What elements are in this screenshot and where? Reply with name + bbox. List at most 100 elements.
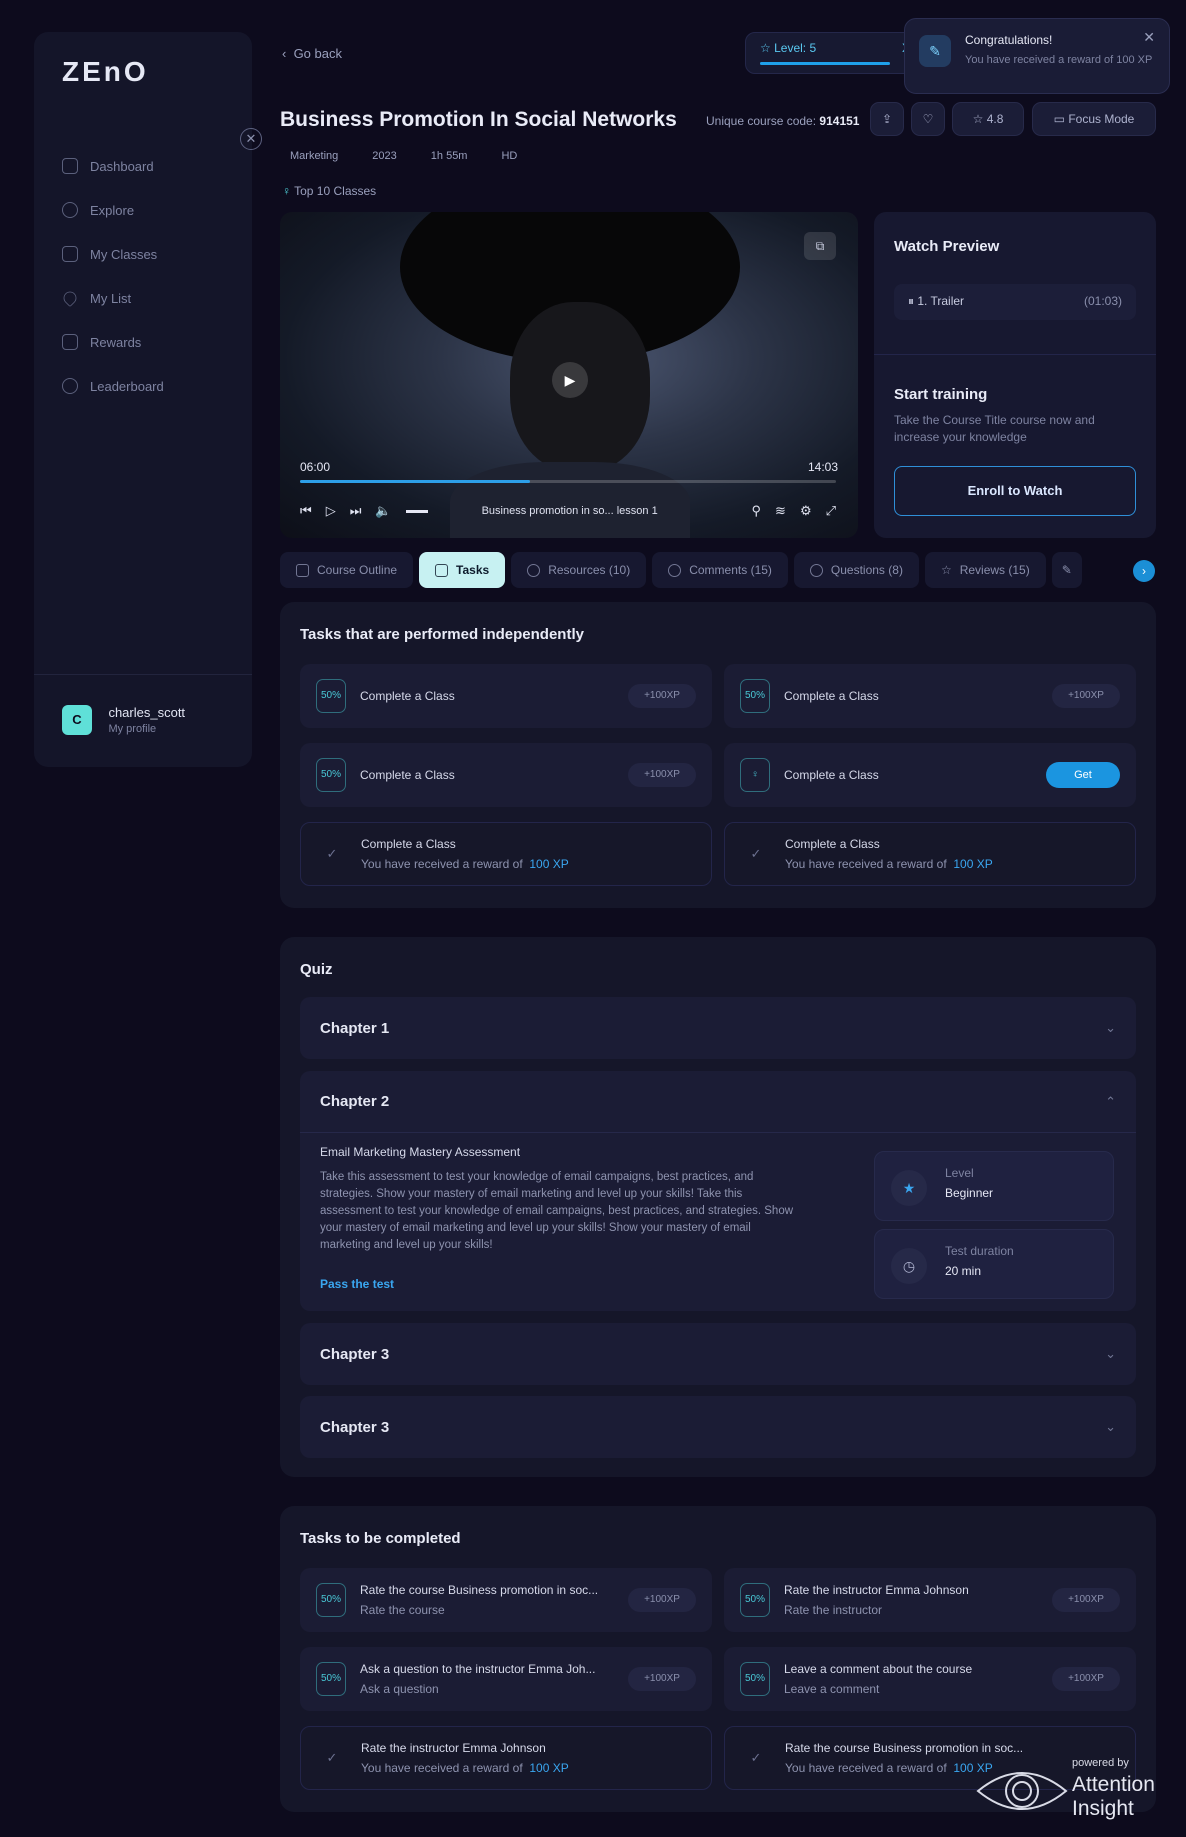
course-title: Business Promotion In Social Networks xyxy=(280,108,677,131)
tab-more[interactable]: ✎ xyxy=(1051,552,1082,588)
training-text: Take the Course Title course now and inc… xyxy=(894,413,1095,444)
profile-name: charles_scott xyxy=(108,705,186,720)
reward-text: You have received a reward of xyxy=(361,1761,523,1775)
profile[interactable]: C charles_scott My profile xyxy=(34,674,252,765)
video-player[interactable]: ▶ ⧉ 06:00 14:03 ⏮ ▷ ⏭ 🔈 Business promoti… xyxy=(280,212,858,538)
tab-comments[interactable]: Comments (15) xyxy=(652,552,788,588)
sidebar-item-label: Dashboard xyxy=(90,158,154,174)
volume-slider[interactable] xyxy=(405,509,428,513)
sidebar-item-my-classes[interactable]: My Classes xyxy=(62,242,157,266)
focus-mode-button[interactable]: ▭ Focus Mode xyxy=(1032,102,1156,136)
task-label: Rate the course Business promotion in so… xyxy=(360,1583,599,1597)
task-label: Rate the instructor Emma Johnson xyxy=(784,1583,969,1597)
book-icon: ▭ xyxy=(1053,112,1069,126)
chapter-title: Chapter 2 xyxy=(320,1093,390,1110)
task-item[interactable]: 50% Rate the instructor Emma Johnson Rate … xyxy=(724,1568,1136,1632)
share-button[interactable]: ⇪ xyxy=(870,102,904,136)
tab-questions[interactable]: Questions (8) xyxy=(793,552,919,588)
brand-line-1: Attention xyxy=(1072,1773,1155,1796)
check-icon: ✓ xyxy=(750,846,762,861)
section-title: Tasks to be completed xyxy=(300,1530,461,1547)
chapter-title: Chapter 3 xyxy=(320,1418,390,1436)
reward-value: 100 XP xyxy=(953,857,993,871)
chapter-1[interactable]: Chapter 1 ⌄ xyxy=(300,997,1136,1059)
toast-text: You have received a reward of 100 XP xyxy=(965,54,1153,66)
progress-badge: 50% xyxy=(316,1662,346,1696)
gift-icon xyxy=(62,334,78,350)
share-icon: ⇪ xyxy=(881,112,893,126)
pass-test-link[interactable]: Pass the test xyxy=(320,1277,394,1291)
toast-title: Congratulations! xyxy=(965,33,1053,47)
course-code: Unique course code: 914151 xyxy=(706,114,859,128)
compass-icon xyxy=(62,202,78,218)
task-label: Leave a comment about the course xyxy=(784,1662,973,1676)
tab-resources[interactable]: Resources (10) xyxy=(511,552,647,588)
tab-label: Comments (15) xyxy=(689,563,772,577)
sidebar-item-label: My List xyxy=(90,290,132,306)
next-icon[interactable]: ⏭ xyxy=(350,503,362,519)
get-reward-button[interactable]: Get xyxy=(1046,762,1120,788)
progress-badge: 50% xyxy=(316,679,346,713)
xp-badge: +100XP xyxy=(1052,1588,1120,1612)
settings-icon[interactable]: ⚙ xyxy=(800,503,812,519)
pin-icon[interactable]: ⚲ xyxy=(752,503,762,519)
sidebar-item-explore[interactable]: Explore xyxy=(62,198,134,222)
task-sub: Leave a comment xyxy=(784,1682,880,1696)
sidebar-item-rewards[interactable]: Rewards xyxy=(62,330,141,354)
chapter-3-second[interactable]: Chapter 3 ⌄ xyxy=(300,1396,1136,1458)
tab-label: Resources (10) xyxy=(548,563,631,577)
tab-reviews[interactable]: ☆ Reviews (15) xyxy=(924,552,1046,588)
section-title: Quiz xyxy=(300,961,333,978)
watch-preview-title: Watch Preview xyxy=(894,238,1000,255)
task-item[interactable]: 50% Leave a comment about the course Leave… xyxy=(724,1647,1136,1711)
chapter-2[interactable]: Chapter 2 ⌃ xyxy=(300,1071,1136,1133)
task-item[interactable]: 50% Complete a Class +100XP xyxy=(724,664,1136,728)
back-link[interactable]: ‹ Go back xyxy=(282,46,342,61)
xp-badge: +100XP xyxy=(1052,1667,1120,1691)
section-title: Tasks that are performed independently xyxy=(300,626,584,643)
tab-label: Questions (8) xyxy=(830,563,903,577)
tab-course-outline[interactable]: Course Outline xyxy=(280,552,414,588)
enroll-button[interactable]: Enroll to Watch xyxy=(894,466,1136,516)
task-item[interactable]: 50% Complete a Class +100XP xyxy=(300,664,712,728)
task-item-completed: ✓ Complete a Class You have received a rew… xyxy=(300,822,712,886)
trailer-item[interactable]: ⏸ 1. Trailer (01:03) xyxy=(894,284,1136,320)
task-item[interactable]: 50% Ask a question to the instructor Emma… xyxy=(300,1647,712,1711)
task-item[interactable]: 50% Rate the course Business promotion in… xyxy=(300,1568,712,1632)
level-label: Level xyxy=(945,1166,974,1180)
sidebar-item-my-list[interactable]: My List xyxy=(60,286,132,310)
close-icon[interactable]: ✕ xyxy=(1143,29,1155,46)
task-label: Complete a Class xyxy=(360,768,455,782)
time-total: 14:03 xyxy=(807,460,838,474)
layers-icon[interactable]: ≋ xyxy=(775,503,786,519)
task-item[interactable]: 50% Complete a Class +100XP xyxy=(300,743,712,807)
chevron-right-icon[interactable]: › xyxy=(1133,560,1155,582)
chevron-left-icon: ‹ xyxy=(282,46,294,61)
favorite-button[interactable]: ♡ xyxy=(911,102,945,136)
assessment-heading: Email Marketing Mastery Assessment xyxy=(320,1145,521,1159)
task-item[interactable]: ♀ Complete a Class Get xyxy=(724,743,1136,807)
task-label: Rate the instructor Emma Johnson xyxy=(361,1741,546,1755)
previous-icon[interactable]: ⏮ xyxy=(300,503,312,519)
code-label: Unique course code: xyxy=(706,114,817,128)
check-icon: ✓ xyxy=(326,846,338,861)
assessment-description: Take this assessment to test your knowle… xyxy=(320,1171,794,1251)
tab-tasks[interactable]: Tasks xyxy=(419,552,506,588)
sidebar-item-leaderboard[interactable]: Leaderboard xyxy=(62,374,164,398)
trophy-icon: ♀ xyxy=(740,758,770,792)
trailer-label: 1. Trailer xyxy=(917,294,965,308)
picture-in-picture-icon[interactable]: ⧉ xyxy=(804,232,836,260)
focus-mode-label: Focus Mode xyxy=(1068,112,1135,126)
trophy-icon: ♀ xyxy=(282,184,295,198)
video-progress-bar[interactable] xyxy=(300,480,836,483)
sidebar-item-dashboard[interactable]: Dashboard xyxy=(62,154,154,178)
collapse-sidebar-icon[interactable]: ✕ xyxy=(240,128,262,150)
rating-button[interactable]: ☆ 4.8 xyxy=(952,102,1024,136)
play-control-icon[interactable]: ▷ xyxy=(326,503,336,519)
chapter-3[interactable]: Chapter 3 ⌄ xyxy=(300,1323,1136,1385)
fullscreen-icon[interactable]: ⤢ xyxy=(826,503,836,519)
chevron-down-icon: ⌄ xyxy=(1105,1346,1116,1361)
chevron-down-icon: ⌄ xyxy=(1105,1419,1116,1434)
volume-icon[interactable]: 🔈 xyxy=(375,503,391,519)
play-icon[interactable]: ▶ xyxy=(552,362,588,398)
